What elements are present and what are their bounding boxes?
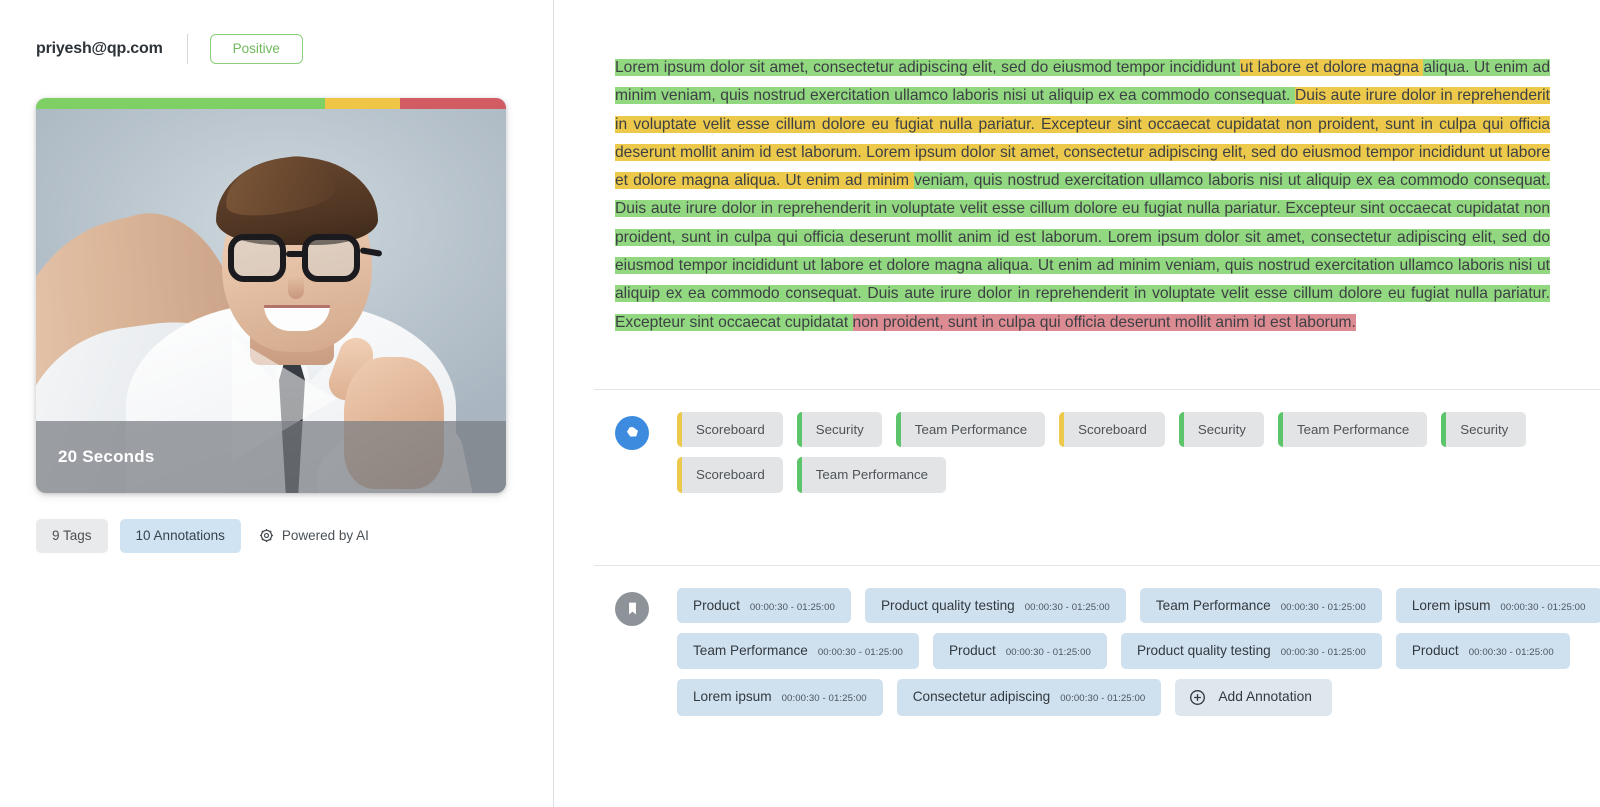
photo-glasses-right bbox=[302, 234, 360, 282]
annotation-time: 00:00:30 - 01:25:00 bbox=[1024, 601, 1110, 613]
sentiment-segment-negative bbox=[400, 98, 506, 109]
video-card[interactable]: 20 Seconds bbox=[36, 98, 506, 493]
annotations-count-chip[interactable]: 10 Annotations bbox=[119, 519, 241, 553]
add-annotation-button[interactable]: Add Annotation bbox=[1175, 678, 1332, 716]
plus-circle-icon bbox=[1189, 689, 1206, 706]
annotation-chip[interactable]: Consectetur adipiscing 00:00:30 - 01:25:0… bbox=[896, 678, 1162, 716]
annotation-label: Team Performance bbox=[1155, 597, 1271, 613]
transcript-segment: veniam, quis nostrud exercitation ullamc… bbox=[615, 172, 1550, 331]
annotation-label: Consectetur adipiscing bbox=[912, 688, 1051, 704]
header-divider bbox=[186, 34, 188, 64]
annotation-chip[interactable]: Product quality testing 00:00:30 - 01:25:… bbox=[1120, 633, 1382, 669]
annotation-label: Product quality testing bbox=[880, 597, 1015, 613]
contact-email: priyesh@qp.com bbox=[36, 40, 163, 57]
photo-glasses-bridge bbox=[286, 251, 306, 257]
annotation-label: Lorem ipsum bbox=[1411, 597, 1491, 613]
transcript-text: Lorem ipsum dolor sit amet, consectetur … bbox=[615, 54, 1550, 337]
photo-nose bbox=[288, 277, 304, 299]
annotation-label: Product bbox=[948, 643, 996, 659]
annotation-label: Product bbox=[693, 597, 740, 613]
annotation-time: 00:00:30 - 01:25:00 bbox=[1468, 647, 1554, 659]
annotation-chip[interactable]: Product 00:00:30 - 01:25:00 bbox=[677, 587, 851, 624]
annotation-label: Lorem ipsum bbox=[693, 688, 772, 704]
tag-chip[interactable]: Team Performance bbox=[796, 457, 947, 493]
annotation-label: Team Performance bbox=[693, 643, 808, 659]
sentiment-segment-neutral bbox=[325, 98, 401, 109]
annotation-chip[interactable]: Lorem ipsum 00:00:30 - 01:25:00 bbox=[1395, 587, 1600, 624]
tag-chip[interactable]: Scoreboard bbox=[677, 457, 783, 493]
powered-by-ai: Powered by AI bbox=[259, 528, 369, 543]
call-review-page: priyesh@qp.com Positive 20 Seconds 9 Tag… bbox=[0, 0, 1600, 807]
video-thumbnail[interactable]: 20 Seconds bbox=[36, 109, 506, 493]
tag-icon bbox=[615, 415, 649, 450]
annotation-time: 00:00:30 - 01:25:00 bbox=[749, 601, 835, 613]
annotation-chip[interactable]: Team Performance 00:00:30 - 01:25:00 bbox=[1139, 587, 1382, 624]
tag-chip[interactable]: Security bbox=[1178, 411, 1264, 448]
sentiment-badge[interactable]: Positive bbox=[209, 34, 303, 64]
annotation-time: 00:00:30 - 01:25:00 bbox=[1280, 647, 1366, 659]
annotation-time: 00:00:30 - 01:25:00 bbox=[817, 647, 903, 659]
sentiment-segment-positive bbox=[36, 98, 326, 109]
annotation-time: 00:00:30 - 01:25:00 bbox=[781, 692, 867, 704]
sentiment-bar bbox=[36, 98, 506, 109]
photo-glasses-left bbox=[228, 234, 286, 282]
annotation-chip[interactable]: Lorem ipsum 00:00:30 - 01:25:00 bbox=[677, 678, 883, 716]
transcript-segment: ut labore et dolore magna bbox=[1240, 59, 1424, 76]
annotation-time: 00:00:30 - 01:25:00 bbox=[1500, 601, 1586, 613]
contact-header: priyesh@qp.com Positive bbox=[36, 34, 553, 64]
right-panel: Lorem ipsum dolor sit amet, consectetur … bbox=[554, 0, 1600, 807]
tag-chip-list: Scoreboard Security Team Performance Scoreb… bbox=[677, 411, 1600, 493]
tag-chip[interactable]: Security bbox=[796, 411, 882, 448]
annotation-time: 00:00:30 - 01:25:00 bbox=[1005, 647, 1091, 659]
annotations-icon-wrap bbox=[615, 588, 677, 626]
annotation-chip[interactable]: Product 00:00:30 - 01:25:00 bbox=[1395, 633, 1570, 669]
video-footer: 20 Seconds bbox=[36, 421, 506, 493]
tag-chip[interactable]: Security bbox=[1441, 411, 1527, 448]
tag-chip[interactable]: Scoreboard bbox=[677, 411, 783, 448]
tag-chip[interactable]: Scoreboard bbox=[1059, 411, 1165, 448]
annotation-chip-list: Product 00:00:30 - 01:25:00 Product qualit… bbox=[677, 587, 1600, 716]
video-meta-row: 9 Tags 10 Annotations Powered by AI bbox=[36, 519, 553, 553]
tags-section: Scoreboard Security Team Performance Scoreb… bbox=[615, 390, 1600, 513]
gear-icon bbox=[259, 528, 274, 543]
powered-by-ai-label: Powered by AI bbox=[281, 528, 369, 544]
tag-chip[interactable]: Team Performance bbox=[1277, 411, 1428, 448]
annotation-chip[interactable]: Team Performance 00:00:30 - 01:25:00 bbox=[677, 633, 919, 669]
tag-chip[interactable]: Team Performance bbox=[895, 411, 1046, 448]
annotations-section: Product 00:00:30 - 01:25:00 Product qualit… bbox=[615, 566, 1600, 736]
annotation-time: 00:00:30 - 01:25:00 bbox=[1060, 692, 1146, 704]
transcript-segment: non proident, sunt in culpa qui officia … bbox=[852, 313, 1356, 331]
add-annotation-label: Add Annotation bbox=[1218, 689, 1312, 705]
tags-icon-wrap bbox=[615, 412, 677, 450]
annotation-time: 00:00:30 - 01:25:00 bbox=[1280, 601, 1366, 613]
annotation-label: Product bbox=[1411, 643, 1459, 659]
transcript-segment: Lorem ipsum dolor sit amet, consectetur … bbox=[615, 59, 1241, 76]
annotation-chip[interactable]: Product 00:00:30 - 01:25:00 bbox=[932, 633, 1107, 669]
annotation-label: Product quality testing bbox=[1136, 643, 1271, 659]
left-panel: priyesh@qp.com Positive 20 Seconds 9 Tag… bbox=[0, 0, 554, 807]
tags-count-chip[interactable]: 9 Tags bbox=[36, 519, 108, 553]
bookmark-icon bbox=[615, 591, 649, 626]
annotation-chip[interactable]: Product quality testing 00:00:30 - 01:25:… bbox=[864, 587, 1126, 624]
video-duration: 20 Seconds bbox=[58, 447, 155, 466]
